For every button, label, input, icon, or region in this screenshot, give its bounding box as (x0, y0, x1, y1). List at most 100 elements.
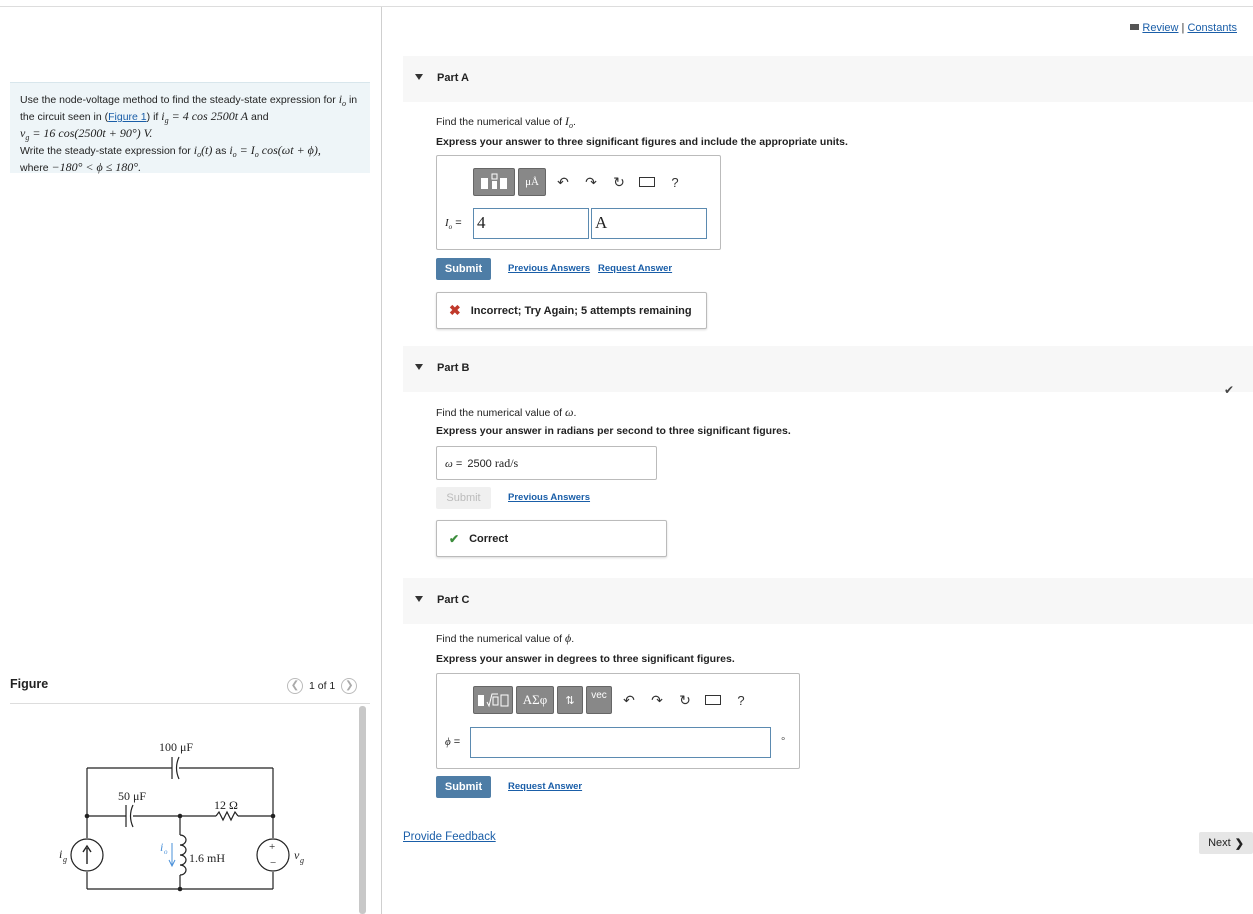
redo-icon[interactable]: ↷ (643, 692, 671, 709)
part-b-header[interactable]: Part B (403, 346, 1253, 392)
figure-next-button[interactable]: ❯ (341, 678, 358, 694)
part-b-previous-answers-link[interactable]: Previous Answers (508, 492, 590, 503)
label-vg-sub: g (300, 856, 304, 865)
part-a-header[interactable]: Part A (403, 56, 1253, 102)
help-button[interactable]: ? (727, 693, 755, 708)
degree-unit: ∘ (780, 734, 787, 745)
part-b-value: 2500 (467, 458, 492, 470)
reset-icon[interactable]: ↻ (671, 692, 699, 709)
help-button[interactable]: ? (661, 175, 689, 190)
provide-feedback-link[interactable]: Provide Feedback (403, 831, 496, 843)
figure-divider (10, 703, 370, 704)
incorrect-x-icon: ✖ (449, 302, 461, 318)
part-a-answer-editor: μÅ ↶ ↷ ↻ ? Io = 4 A (436, 155, 721, 250)
undo-icon[interactable]: ↶ (615, 692, 643, 709)
label-io-sub: o (164, 848, 168, 856)
correct-check-icon: ✔ (449, 531, 460, 546)
node-dot (270, 813, 276, 819)
greek-button[interactable]: AΣφ (516, 686, 554, 714)
review-link[interactable]: Review (1142, 22, 1178, 34)
vec-button[interactable]: vec (586, 686, 612, 714)
node-dot (177, 813, 183, 819)
template-radical-icon (478, 693, 509, 708)
template-button[interactable] (473, 168, 515, 196)
part-b-question: Find the numerical value of ω. (436, 405, 577, 419)
label-io: i (160, 840, 163, 854)
current-arrow-icon (82, 844, 92, 864)
part-a-feedback: ✖ Incorrect; Try Again; 5 attempts remain… (436, 292, 707, 329)
part-b-instructions: Express your answer in radians per secon… (436, 425, 791, 437)
part-a-question: Find the numerical value of Io. (436, 114, 576, 131)
redo-icon[interactable]: ↷ (577, 174, 605, 191)
resistor-12ohm (215, 810, 239, 822)
capacitor-50uf (125, 804, 134, 828)
label-100uf: 100 μF (159, 740, 193, 754)
problem-line-5: where −180° < ϕ ≤ 180°. (20, 160, 142, 175)
problem-line-3: vg = 16 cos(2500t + 90°) V. (20, 126, 153, 143)
part-c-toolbar: AΣφ ⇅ vec ↶ ↷ ↻ ? (473, 686, 755, 714)
unit-input[interactable]: A (591, 208, 707, 239)
part-a-field-label: Io = (445, 217, 462, 232)
undo-icon[interactable]: ↶ (549, 174, 577, 191)
units-button[interactable]: μÅ (518, 168, 546, 196)
part-b-complete-check-icon: ✔ (1224, 383, 1235, 397)
part-c-answer-editor: AΣφ ⇅ vec ↶ ↷ ↻ ? ϕ = ∘ (436, 673, 800, 769)
next-button[interactable]: Next ❯ (1199, 832, 1253, 854)
part-a-submit-button[interactable]: Submit (436, 258, 491, 280)
label-12ohm: 12 Ω (214, 798, 238, 812)
figure-link[interactable]: Figure 1 (108, 111, 147, 123)
figure-prev-button[interactable]: ❮ (287, 678, 303, 694)
part-c-instructions: Express your answer in degrees to three … (436, 653, 735, 665)
part-a-request-answer-link[interactable]: Request Answer (598, 263, 672, 274)
part-a-previous-answers-link[interactable]: Previous Answers (508, 263, 590, 274)
part-a-toolbar: μÅ ↶ ↷ ↻ ? (473, 168, 689, 196)
label-1-6mh: 1.6 mH (189, 851, 225, 865)
collapse-triangle-icon (415, 74, 423, 80)
constants-link[interactable]: Constants (1187, 22, 1237, 34)
label-plus: + (269, 841, 275, 853)
part-c-header[interactable]: Part C (403, 578, 1253, 624)
label-ig: i (59, 847, 62, 861)
node-dot (84, 813, 90, 819)
label-minus: − (270, 857, 276, 869)
circuit-diagram: 100 μF 50 μF 12 Ω 1.6 mH i g v g i o + − (59, 740, 304, 892)
top-links: Review | Constants (1130, 22, 1237, 34)
figure-pager: ❮ 1 of 1 ❯ (287, 678, 358, 694)
sort-arrows-icon: ⇅ (565, 694, 575, 707)
reset-icon[interactable]: ↻ (605, 174, 633, 191)
node-dot (177, 886, 183, 892)
figure-page-count: 1 of 1 (309, 680, 336, 692)
part-c-request-answer-link[interactable]: Request Answer (508, 781, 582, 792)
problem-line-4: Write the steady-state expression for io… (20, 143, 321, 160)
label-ig-sub: g (63, 855, 67, 864)
problem-line-2: the circuit seen in (Figure 1) if ig = 4… (20, 109, 269, 126)
capacitor-100uf (171, 756, 180, 780)
keyboard-icon[interactable] (699, 692, 727, 708)
problem-line-1: Use the node-voltage method to find the … (20, 92, 358, 109)
chevron-right-icon: ❯ (1234, 837, 1244, 850)
part-b-submit-button-disabled: Submit (436, 487, 491, 509)
collapse-triangle-icon (415, 364, 423, 370)
keyboard-icon[interactable] (633, 174, 661, 190)
label-50uf: 50 μF (118, 789, 146, 803)
part-b-feedback: ✔ Correct (436, 520, 667, 557)
template-button[interactable] (473, 686, 513, 714)
problem-statement: Use the node-voltage method to find the … (10, 82, 370, 175)
template-icon (481, 173, 507, 189)
part-c-submit-button[interactable]: Submit (436, 776, 491, 798)
value-input[interactable]: 4 (473, 208, 589, 239)
figure-scrollbar[interactable] (359, 706, 366, 914)
part-c-question: Find the numerical value of ϕ. (436, 631, 575, 645)
figure-title: Figure (10, 677, 49, 691)
phi-input[interactable] (470, 727, 771, 758)
part-a-instructions: Express your answer to three significant… (436, 136, 848, 148)
review-icon (1130, 24, 1140, 30)
part-b-answer-display: ω = 2500 rad/s (436, 446, 657, 480)
part-c-field-label: ϕ = (445, 736, 461, 748)
column-divider (381, 7, 382, 914)
inductor-1-6mh (179, 834, 187, 876)
collapse-triangle-icon (415, 596, 423, 602)
sort-button[interactable]: ⇅ (557, 686, 583, 714)
top-border (0, 6, 1253, 7)
part-b-unit: rad/s (494, 456, 519, 470)
